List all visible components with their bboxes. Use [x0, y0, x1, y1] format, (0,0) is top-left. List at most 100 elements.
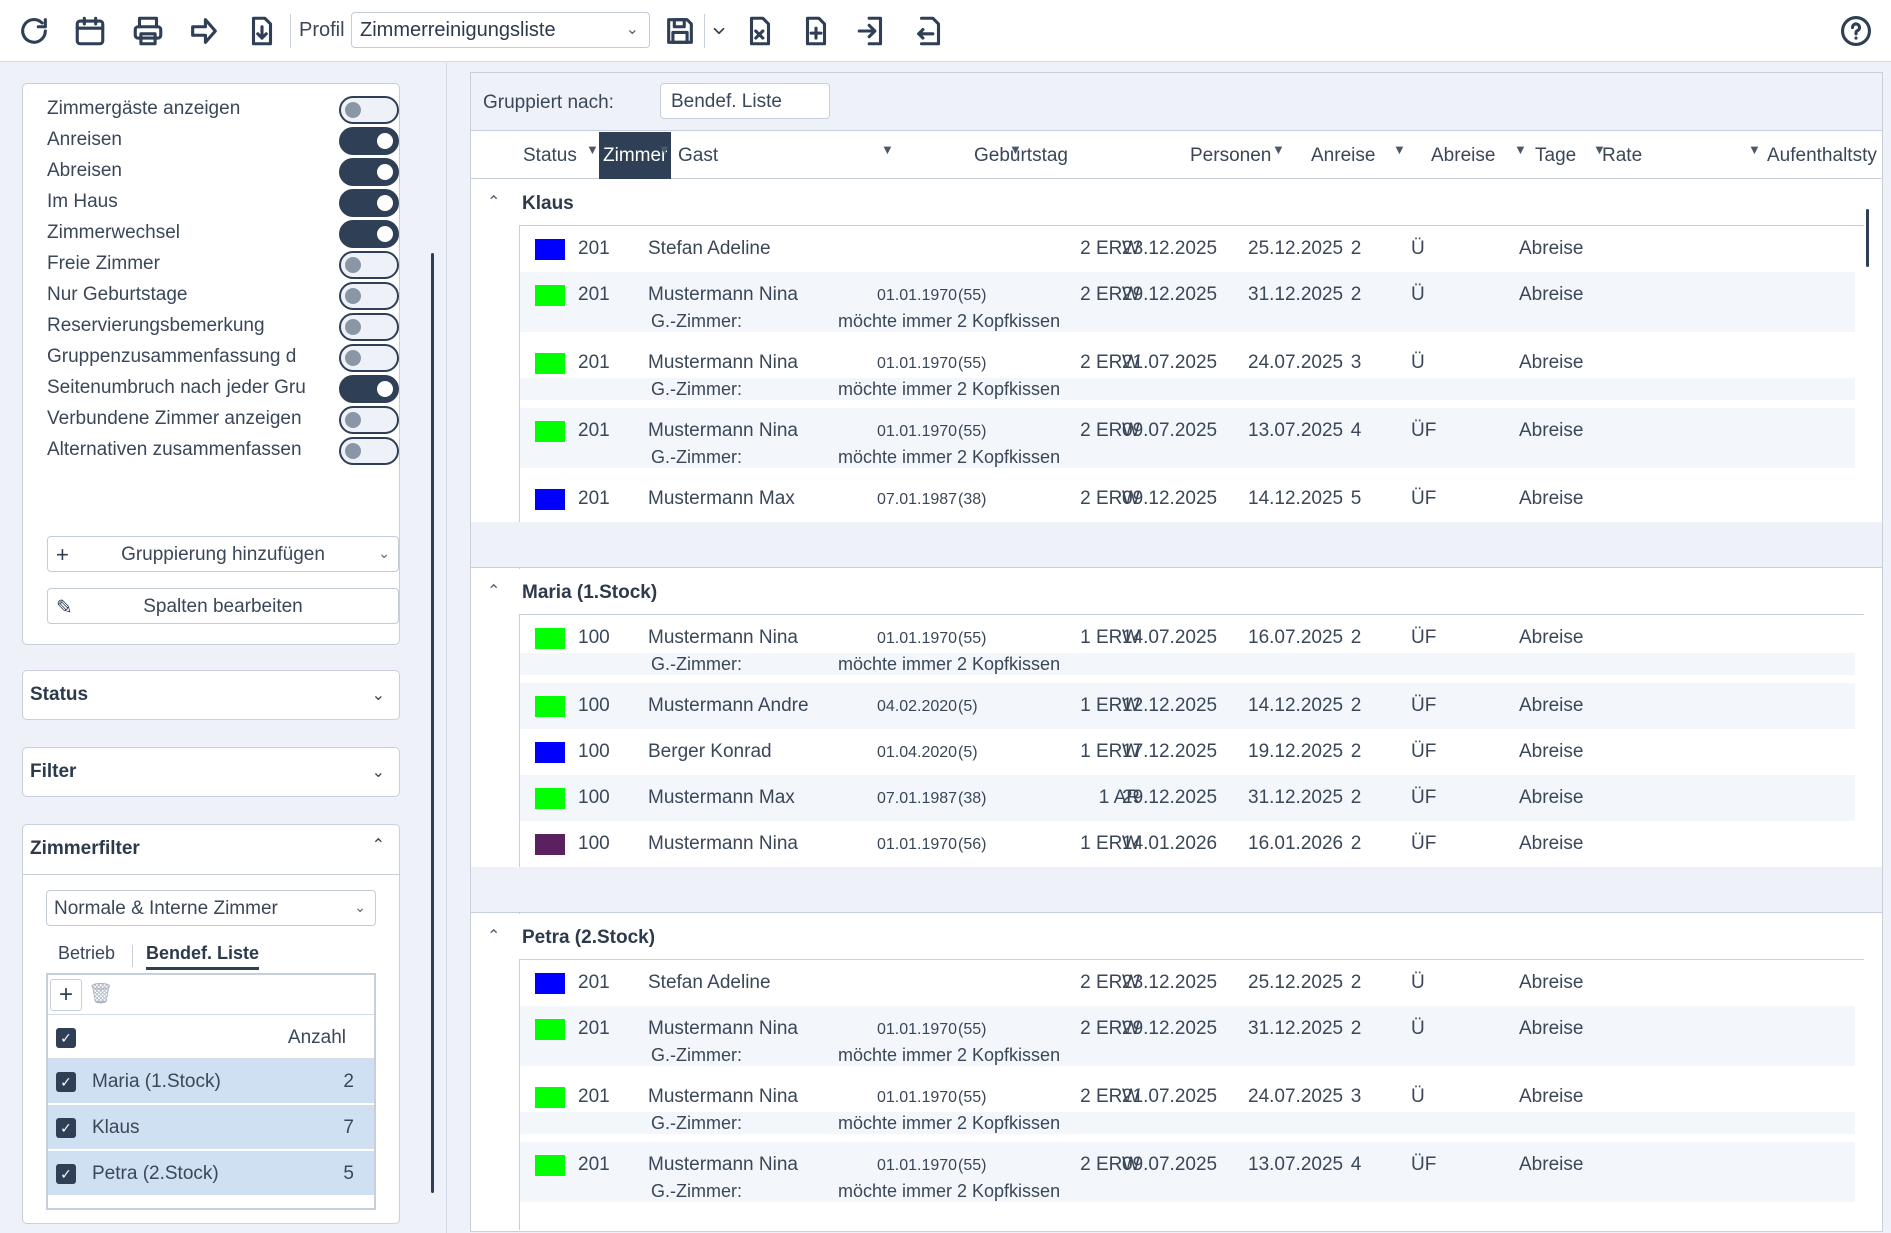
table-row[interactable]: 201 Stefan Adeline 2 ERW 23.12.2025 25.12.20… [520, 226, 1855, 272]
column-header-status[interactable]: Status [523, 145, 577, 167]
list-item-name: Maria (1.Stock) [92, 1071, 221, 1092]
filter-icon[interactable]: ▼ [1514, 142, 1527, 157]
add-icon[interactable]: + [50, 979, 82, 1011]
toggle-row[interactable]: Nur Geburtstage [47, 281, 399, 311]
tab-bendef-liste[interactable]: Bendef. Liste [146, 943, 260, 970]
toggle-switch[interactable] [339, 313, 399, 341]
filter-icon[interactable]: ▼ [881, 142, 894, 157]
departure-date: 14.12.2025 [1248, 488, 1344, 509]
toggle-switch[interactable] [339, 437, 399, 465]
column-header-abreise[interactable]: Abreise [1431, 145, 1495, 167]
toggle-row[interactable]: Reservierungsbemerkung [47, 312, 399, 342]
toggle-switch[interactable] [339, 251, 399, 279]
toggle-row[interactable]: Zimmergäste anzeigen [47, 95, 399, 125]
filter-icon[interactable]: ▼ [1009, 142, 1022, 157]
toggle-switch[interactable] [339, 375, 399, 403]
grid-scrollbar[interactable] [1866, 209, 1869, 267]
toggle-row[interactable]: Im Haus [47, 188, 399, 218]
toggle-row[interactable]: Gruppenzusammenfassung d [47, 343, 399, 373]
toggle-knob [345, 288, 361, 304]
status-accordion[interactable]: Status ⌄ [22, 670, 400, 720]
list-item[interactable]: ✓ Maria (1.Stock) 2 [48, 1059, 374, 1103]
column-header-personen[interactable]: Personen [1190, 145, 1271, 167]
chevron-up-icon[interactable]: ⌃ [487, 581, 500, 601]
table-row[interactable]: 201 Mustermann Max 07.01.1987 (38) 2 ERW 09.1… [520, 476, 1855, 522]
edit-columns-button[interactable]: ✎ Spalten bearbeiten [47, 588, 399, 624]
grid-body: ⌃ Klaus 201 Stefan Adeline 2 ERW 23.12.2025 25… [471, 180, 1882, 1230]
table-row[interactable]: 100 Berger Konrad 01.04.2020 (5) 1 ERW 17.12.… [520, 729, 1855, 775]
filter-icon[interactable]: ▼ [1393, 142, 1406, 157]
column-header-tage[interactable]: Tage [1535, 145, 1576, 167]
refresh-icon[interactable] [14, 11, 54, 51]
days: 2 [1350, 627, 1362, 648]
status-color-swatch [535, 1155, 565, 1176]
room-note-text: möchte immer 2 Kopfkissen [838, 1045, 1061, 1065]
filter-icon[interactable]: ▼ [1748, 142, 1761, 157]
table-row[interactable]: 100 Mustermann Andre 04.02.2020 (5) 1 ERW 12.… [520, 683, 1855, 729]
toggle-switch[interactable] [339, 158, 399, 186]
item-checkbox[interactable]: ✓ [56, 1118, 76, 1138]
room-number: 100 [578, 695, 610, 716]
toggle-switch[interactable] [339, 406, 399, 434]
column-header-aufenthaltsty[interactable]: Aufenthaltsty [1767, 145, 1877, 167]
profil-select[interactable]: Zimmerreinigungsliste ⌄ [351, 12, 650, 48]
group-header[interactable]: ⌃ Maria (1.Stock) [471, 569, 1882, 615]
chevron-down-icon[interactable] [706, 11, 732, 51]
toggle-row[interactable]: Zimmerwechsel [47, 219, 399, 249]
help-icon[interactable] [1836, 11, 1876, 51]
import-icon[interactable] [852, 11, 892, 51]
toggle-switch[interactable] [339, 127, 399, 155]
add-grouping-button[interactable]: + Gruppierung hinzufügen ⌄ [47, 536, 399, 572]
column-header-gast[interactable]: Gast [678, 145, 718, 167]
toggle-row[interactable]: Alternativen zusammenfassen [47, 436, 399, 466]
sidebar-scrollbar[interactable] [431, 253, 434, 1193]
download-icon[interactable] [242, 11, 282, 51]
filter-icon[interactable]: ▼ [586, 142, 599, 157]
item-checkbox[interactable]: ✓ [56, 1072, 76, 1092]
export-icon[interactable] [910, 11, 950, 51]
filter-icon[interactable]: ▼ [1593, 142, 1606, 157]
column-header-anreise[interactable]: Anreise [1311, 145, 1375, 167]
table-row[interactable]: 201 Stefan Adeline 2 ERW 23.12.2025 25.12.20… [520, 960, 1855, 1006]
item-checkbox[interactable]: ✓ [56, 1164, 76, 1184]
toggle-knob [377, 164, 393, 180]
toggle-switch[interactable] [339, 96, 399, 124]
room-type-select[interactable]: Normale & Interne Zimmer ⌄ [46, 890, 376, 926]
toggle-row[interactable]: Anreisen [47, 126, 399, 156]
toggle-row[interactable]: Verbundene Zimmer anzeigen [47, 405, 399, 435]
grouped-by-chip[interactable]: Bendef. Liste [660, 83, 830, 119]
toggle-row[interactable]: Freie Zimmer [47, 250, 399, 280]
trash-icon[interactable]: 🗑 [88, 981, 113, 1006]
toggle-switch[interactable] [339, 282, 399, 310]
chevron-up-icon[interactable]: ⌃ [487, 926, 500, 946]
select-all-checkbox[interactable]: ✓ [56, 1028, 76, 1048]
filter-icon[interactable]: ▼ [1272, 142, 1285, 157]
calendar-icon[interactable] [70, 11, 110, 51]
list-item[interactable]: ✓ Klaus 7 [48, 1105, 374, 1149]
room-note-label: G.-Zimmer: [651, 654, 742, 674]
grouped-by-label: Gruppiert nach: [483, 92, 614, 113]
table-row[interactable]: 100 Mustermann Max 07.01.1987 (38) 1 AR 29.12… [520, 775, 1855, 821]
filter-icon[interactable]: ▼ [658, 142, 671, 157]
toggle-row[interactable]: Abreisen [47, 157, 399, 187]
toggle-switch[interactable] [339, 344, 399, 372]
forward-icon[interactable] [184, 11, 224, 51]
group-header[interactable]: ⌃ Klaus [471, 180, 1882, 226]
roomfilter-header[interactable]: Zimmerfilter ⌃ [23, 825, 399, 875]
toggle-row[interactable]: Seitenumbruch nach jeder Gru [47, 374, 399, 404]
save-icon[interactable] [660, 11, 700, 51]
add-document-icon[interactable] [796, 11, 836, 51]
list-item[interactable]: ✓ Petra (2.Stock) 5 [48, 1151, 374, 1195]
tab-betrieb[interactable]: Betrieb [58, 943, 115, 964]
column-header-rate[interactable]: Rate [1602, 145, 1642, 167]
print-icon[interactable] [128, 11, 168, 51]
group-header[interactable]: ⌃ Petra (2.Stock) [471, 914, 1882, 960]
toggle-label: Gruppenzusammenfassung d [47, 346, 297, 367]
toggle-switch[interactable] [339, 220, 399, 248]
export-excel-icon[interactable] [740, 11, 780, 51]
chevron-up-icon[interactable]: ⌃ [487, 192, 500, 212]
age: (5) [958, 744, 978, 761]
toggle-switch[interactable] [339, 189, 399, 217]
filter-accordion[interactable]: Filter ⌄ [22, 747, 400, 797]
table-row[interactable]: 100 Mustermann Nina 01.01.1970 (56) 1 ERW 14.… [520, 821, 1855, 867]
